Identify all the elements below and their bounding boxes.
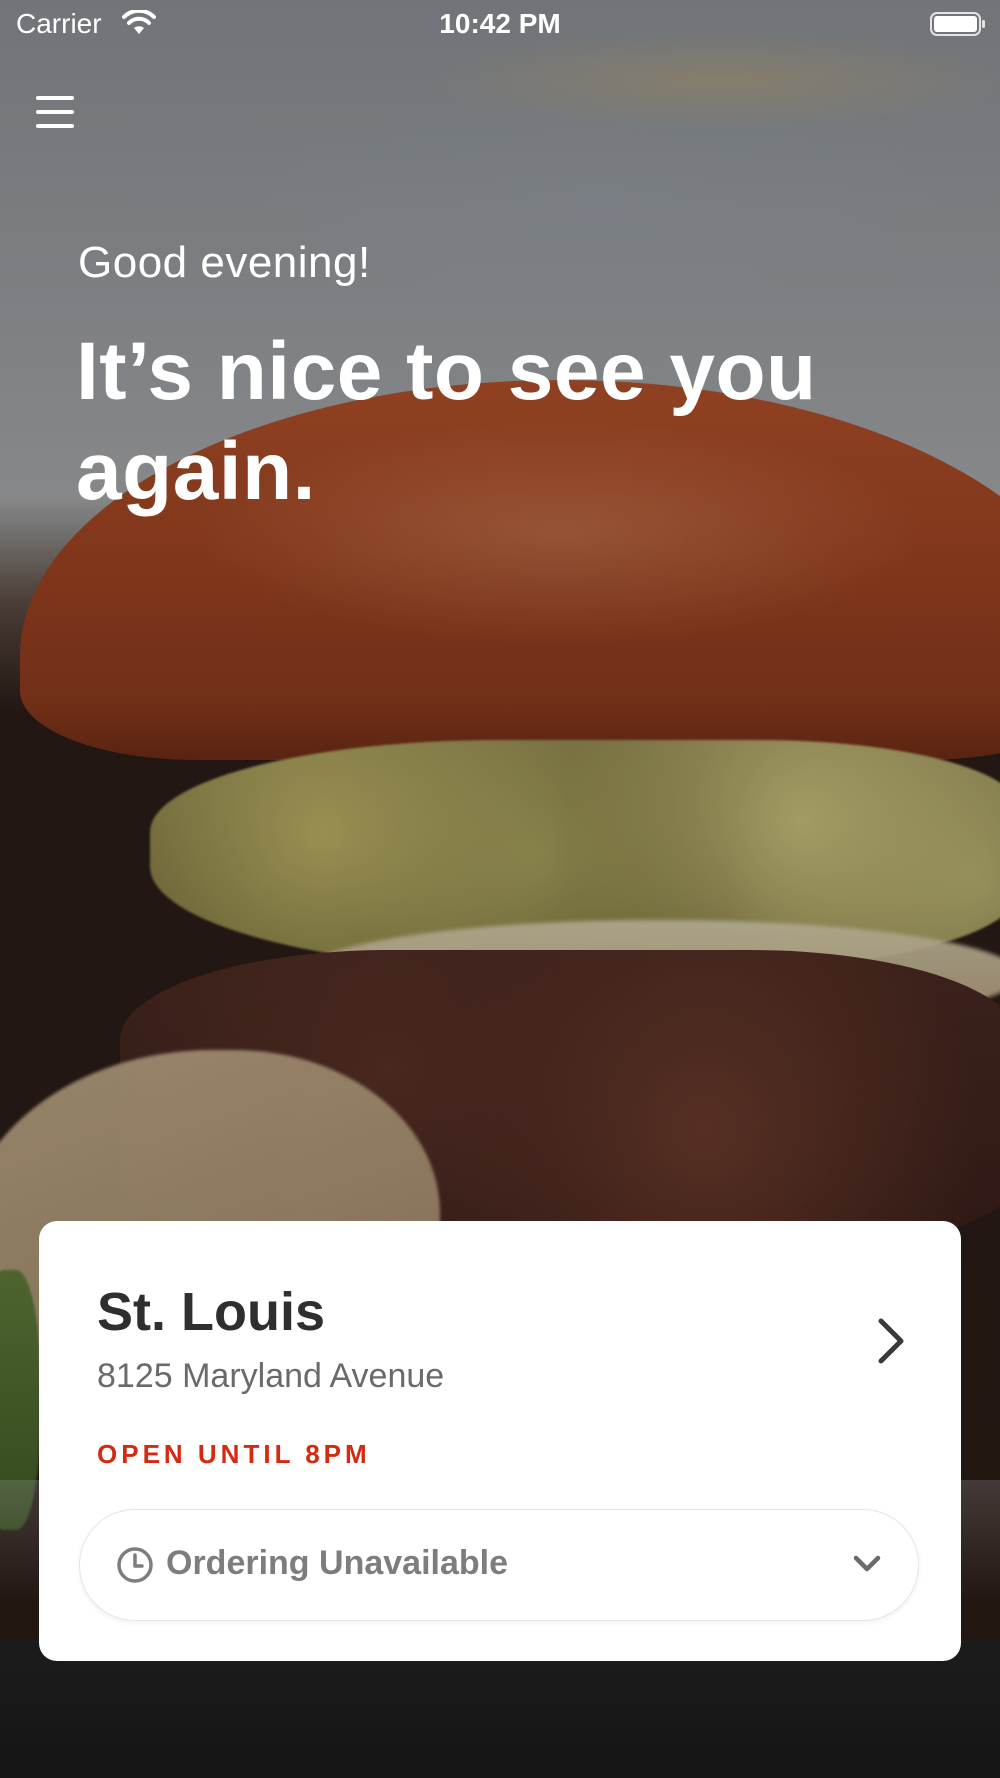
location-card: St. Louis 8125 Maryland Avenue OPEN UNTI… bbox=[39, 1221, 961, 1661]
greeting-headline: It’s nice to see you again. bbox=[76, 326, 817, 517]
ordering-status-dropdown[interactable]: Ordering Unavailable bbox=[79, 1509, 919, 1621]
chevron-down-icon bbox=[853, 1555, 881, 1572]
home-screen: Carrier 10:42 PM Good evening! It’s nice… bbox=[0, 0, 1000, 1778]
greeting-subtitle: Good evening! bbox=[78, 238, 371, 287]
clock-icon bbox=[117, 1547, 153, 1583]
ordering-status-label: Ordering Unavailable bbox=[166, 1544, 508, 1582]
location-name[interactable]: St. Louis bbox=[97, 1281, 325, 1343]
location-details-button[interactable] bbox=[871, 1311, 911, 1371]
chevron-right-icon bbox=[878, 1318, 904, 1364]
status-bar: Carrier 10:42 PM bbox=[0, 0, 1000, 50]
location-address: 8125 Maryland Avenue bbox=[97, 1357, 445, 1395]
clock-time: 10:42 PM bbox=[439, 8, 561, 39]
hamburger-menu-icon bbox=[36, 96, 74, 128]
hamburger-menu-button[interactable] bbox=[34, 90, 78, 134]
open-status-label: OPEN UNTIL 8PM bbox=[97, 1439, 371, 1469]
battery-icon bbox=[930, 12, 985, 36]
